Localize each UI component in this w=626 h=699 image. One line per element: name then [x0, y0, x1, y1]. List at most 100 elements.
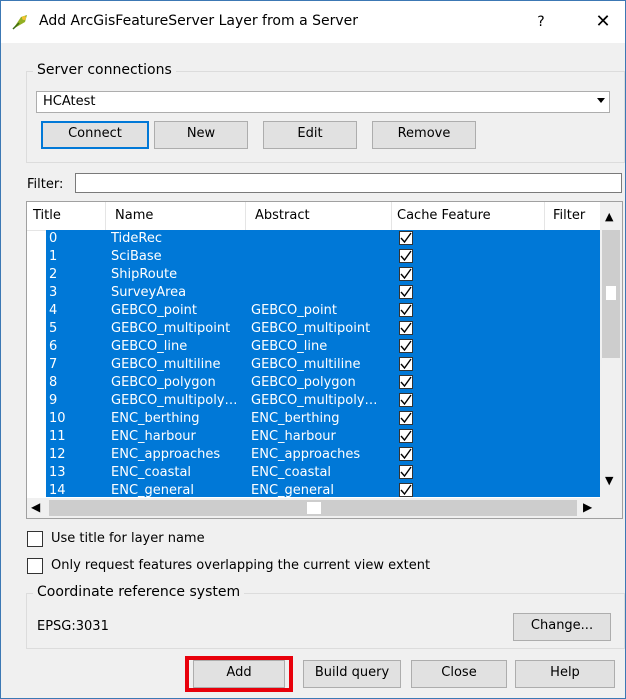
scroll-left-icon[interactable]: ◀: [31, 500, 40, 514]
only-request-checkbox[interactable]: [27, 558, 43, 574]
connect-button[interactable]: Connect: [41, 121, 149, 149]
edit-button[interactable]: Edit: [263, 121, 357, 149]
table-row[interactable]: 10 ENC_berthing ENC_berthing: [27, 410, 600, 428]
cache-feature-checkbox[interactable]: [399, 411, 413, 425]
help-icon[interactable]: ?: [521, 9, 561, 35]
table-row[interactable]: 2 ShipRoute: [27, 266, 600, 284]
connect-button-label: Connect: [68, 126, 122, 141]
server-connection-select[interactable]: HCAtest: [36, 91, 610, 113]
column-divider[interactable]: [544, 202, 545, 230]
use-title-checkbox[interactable]: [27, 531, 43, 547]
cell-title: 2: [49, 267, 58, 282]
cell-abstract: GEBCO_multiline: [251, 357, 361, 372]
cache-feature-checkbox[interactable]: [399, 465, 413, 479]
cell-title: 4: [49, 303, 58, 318]
horizontal-scroll-thumb[interactable]: [49, 500, 577, 516]
close-button[interactable]: Close: [411, 660, 507, 688]
scroll-right-icon[interactable]: ▶: [583, 500, 592, 514]
cell-title: 0: [49, 231, 58, 246]
cell-name: GEBCO_multipoint: [111, 321, 231, 336]
cell-title: 11: [49, 429, 66, 444]
layer-table[interactable]: Title Name Abstract Cache Feature Filter…: [26, 201, 623, 519]
cell-title: 8: [49, 375, 58, 390]
table-row[interactable]: 13 ENC_coastal ENC_coastal: [27, 464, 600, 482]
table-row[interactable]: 8 GEBCO_polygon GEBCO_polygon: [27, 374, 600, 392]
edit-button-label: Edit: [297, 126, 323, 141]
cell-name: SciBase: [111, 249, 162, 264]
cell-abstract: GEBCO_point: [251, 303, 337, 318]
table-row[interactable]: 1 SciBase: [27, 248, 600, 266]
table-row[interactable]: 5 GEBCO_multipoint GEBCO_multipoint: [27, 320, 600, 338]
column-header-cache-feature[interactable]: Cache Feature: [397, 208, 491, 223]
help-button[interactable]: Help: [515, 660, 615, 688]
vertical-scroll-thumb[interactable]: [602, 230, 620, 358]
qgis-app-icon: [12, 15, 27, 30]
column-divider[interactable]: [105, 202, 106, 230]
only-request-option[interactable]: Only request features overlapping the cu…: [27, 558, 567, 576]
new-button[interactable]: New: [154, 121, 248, 149]
table-rows: 0 TideRec 1 SciBase 2 ShipRoute 3 SurveyArea 4 GE…: [27, 230, 600, 497]
close-icon[interactable]: ✕: [585, 9, 621, 35]
cache-feature-checkbox[interactable]: [399, 339, 413, 353]
table-row[interactable]: 14 ENC_general ENC_general: [27, 482, 600, 497]
cache-feature-checkbox[interactable]: [399, 303, 413, 317]
cache-feature-checkbox[interactable]: [399, 267, 413, 281]
add-button-highlight: [185, 656, 293, 692]
build-query-label: Build query: [314, 665, 390, 680]
cell-name: SurveyArea: [111, 285, 187, 300]
table-row[interactable]: 7 GEBCO_multiline GEBCO_multiline: [27, 356, 600, 374]
column-header-filter[interactable]: Filter: [553, 208, 585, 223]
column-header-title[interactable]: Title: [33, 208, 61, 223]
use-title-label: Use title for layer name: [51, 531, 205, 546]
vertical-scrollbar[interactable]: ▲ ▼: [600, 202, 622, 498]
remove-button-label: Remove: [397, 126, 451, 141]
table-row[interactable]: 12 ENC_approaches ENC_approaches: [27, 446, 600, 464]
cache-feature-checkbox[interactable]: [399, 393, 413, 407]
scroll-down-icon[interactable]: ▼: [605, 474, 613, 487]
table-row[interactable]: 0 TideRec: [27, 230, 600, 248]
cache-feature-checkbox[interactable]: [399, 357, 413, 371]
cell-name: GEBCO_line: [111, 339, 188, 354]
crs-value: EPSG:3031: [37, 619, 109, 634]
only-request-label: Only request features overlapping the cu…: [51, 558, 431, 573]
window-title: Add ArcGisFeatureServer Layer from a Ser…: [39, 13, 359, 29]
column-divider[interactable]: [245, 202, 246, 230]
cache-feature-checkbox[interactable]: [399, 429, 413, 443]
close-button-label: Close: [441, 665, 477, 680]
cell-title: 6: [49, 339, 58, 354]
column-header-abstract[interactable]: Abstract: [255, 208, 310, 223]
horizontal-scrollbar[interactable]: ◀ ▶: [27, 498, 622, 518]
cell-title: 1: [49, 249, 58, 264]
cell-title: 3: [49, 285, 58, 300]
table-header: Title Name Abstract Cache Feature Filter: [27, 202, 600, 231]
scroll-up-icon[interactable]: ▲: [605, 210, 613, 223]
table-row[interactable]: 3 SurveyArea: [27, 284, 600, 302]
cell-name: ENC_berthing: [111, 411, 200, 426]
column-divider[interactable]: [391, 202, 392, 230]
table-row[interactable]: 11 ENC_harbour ENC_harbour: [27, 428, 600, 446]
build-query-button[interactable]: Build query: [303, 660, 401, 688]
cache-feature-checkbox[interactable]: [399, 375, 413, 389]
change-crs-button[interactable]: Change...: [513, 613, 611, 641]
cache-feature-checkbox[interactable]: [399, 483, 413, 497]
remove-button[interactable]: Remove: [372, 121, 476, 149]
cell-name: ShipRoute: [111, 267, 178, 282]
use-title-option[interactable]: Use title for layer name: [27, 531, 327, 549]
cell-abstract: GEBCO_multipoint: [251, 321, 371, 336]
cell-name: GEBCO_point: [111, 303, 197, 318]
cell-abstract: ENC_harbour: [251, 429, 336, 444]
table-row[interactable]: 4 GEBCO_point GEBCO_point: [27, 302, 600, 320]
cache-feature-checkbox[interactable]: [399, 231, 413, 245]
table-row[interactable]: 6 GEBCO_line GEBCO_line: [27, 338, 600, 356]
cache-feature-checkbox[interactable]: [399, 321, 413, 335]
filter-label: Filter:: [27, 177, 64, 192]
column-header-name[interactable]: Name: [115, 208, 153, 223]
cache-feature-checkbox[interactable]: [399, 285, 413, 299]
selected-connection: HCAtest: [43, 94, 96, 109]
cache-feature-checkbox[interactable]: [399, 249, 413, 263]
cache-feature-checkbox[interactable]: [399, 447, 413, 461]
dialog-window: Add ArcGisFeatureServer Layer from a Ser…: [0, 0, 626, 699]
scroll-thumb-grip: [606, 286, 616, 300]
filter-input[interactable]: [75, 173, 622, 193]
table-row[interactable]: 9 GEBCO_multipoly… GEBCO_multipoly…: [27, 392, 600, 410]
